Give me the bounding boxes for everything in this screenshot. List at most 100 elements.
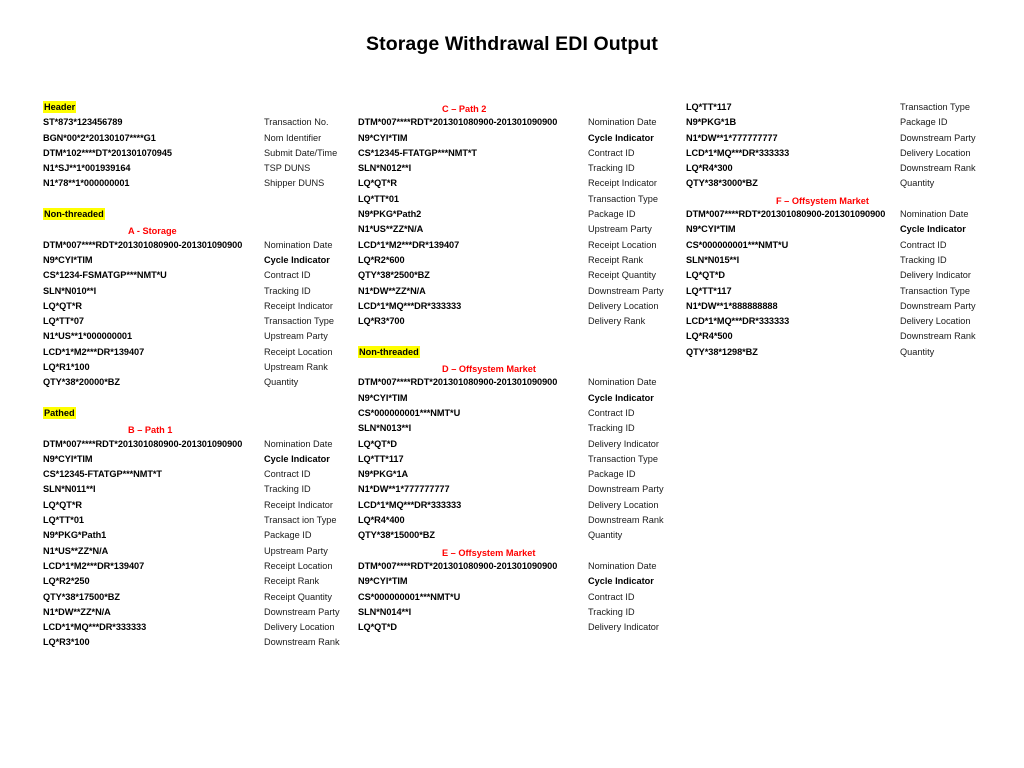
- edi-segment-text: N9*PKG*1A: [358, 469, 409, 480]
- edi-segment-text: LCD*1*MQ***DR*333333: [686, 316, 790, 327]
- edi-segment-text: LQ*TT*07: [43, 316, 84, 327]
- edi-segment-text: N1*DW**1*777777777: [686, 132, 778, 143]
- edi-segment-row: QTY*38*2500*BZ Receipt Quantity: [358, 268, 678, 283]
- edi-segment-row: QTY*38*3000*BZ Quantity: [686, 176, 1016, 191]
- edi-segment-text: QTY*38*2500*BZ: [358, 270, 430, 281]
- edi-segment-row: LQ*TT*01 Transact ion Type: [43, 513, 353, 528]
- edi-segment-label: Cycle Indicator: [588, 392, 654, 403]
- edi-segment-row: LQ*QT*R Receipt Indicator: [43, 299, 353, 314]
- edi-segment-label: Nomination Date: [588, 560, 657, 571]
- edi-segment-text: SLN*N012**I: [358, 163, 412, 174]
- edi-segment-label: Shipper DUNS: [264, 178, 325, 189]
- edi-segment-row: LQ*QT*D Delivery Indicator: [358, 437, 678, 452]
- edi-segment-text: LQ*R4*400: [358, 515, 405, 526]
- edi-segment-label: Upstream Party: [588, 224, 652, 235]
- edi-segment-label: Transaction Type: [900, 285, 970, 296]
- edi-segment-row: LCD*1*M2***DR*139407 Receipt Location: [43, 345, 353, 360]
- edi-segment-label: Cycle Indicator: [588, 576, 654, 587]
- edi-segment-label: Receipt Indicator: [588, 178, 657, 189]
- edi-segment-row: LCD*1*MQ***DR*333333 Delivery Location: [43, 620, 353, 635]
- edi-segment-row: QTY*38*17500*BZ Receipt Quantity: [43, 590, 353, 605]
- edi-segment-row: CS*000000001***NMT*U Contract ID: [358, 590, 678, 605]
- subsection-heading-row: E – Offsystem Market: [358, 544, 678, 559]
- subsection-heading-row: D – Offsystem Market: [358, 360, 678, 375]
- edi-segment-row: SLN*N010**I Tracking ID: [43, 284, 353, 299]
- edi-segment-row: LCD*1*MQ***DR*333333 Delivery Location: [686, 146, 1016, 161]
- edi-segment-text: N1*DW**1*888888888: [686, 300, 778, 311]
- subsection-heading-row: C – Path 2: [358, 100, 678, 115]
- edi-segment-text: LQ*TT*01: [358, 193, 399, 204]
- edi-segment-label: Package ID: [588, 209, 636, 220]
- edi-segment-text: LCD*1*MQ***DR*333333: [358, 300, 462, 311]
- edi-segment-row: N1*DW**1*777777777 Downstream Party: [358, 482, 678, 497]
- edi-segment-label: Downstream Rank: [588, 515, 664, 526]
- edi-column-1: Header ST*873*123456789 Transaction No. BGN…: [43, 100, 353, 651]
- edi-segment-row: DTM*102****DT*201301070945 Submit Date/Ti…: [43, 146, 353, 161]
- edi-segment-row: LQ*TT*07 Transaction Type: [43, 314, 353, 329]
- edi-column-2: C – Path 2 DTM*007****RDT*201301080900-20…: [358, 100, 678, 635]
- edi-segment-label: Upstream Rank: [264, 362, 328, 373]
- edi-segment-text: LCD*1*MQ***DR*333333: [358, 499, 462, 510]
- edi-segment-label: Cycle Indicator: [900, 224, 966, 235]
- edi-segment-row: SLN*N014**I Tracking ID: [358, 605, 678, 620]
- edi-segment-text: N9*CYI*TIM: [686, 224, 736, 235]
- edi-segment-row: LQ*R4*400 Downstream Rank: [358, 513, 678, 528]
- edi-segment-row: BGN*00*2*20130107****G1 Nom Identifier: [43, 131, 353, 146]
- edi-segment-text: N1*DW**ZZ*N/A: [43, 606, 111, 617]
- edi-segment-row: N1*DW**ZZ*N/A Downstream Party: [358, 284, 678, 299]
- edi-segment-text: N1*US**ZZ*N/A: [358, 224, 424, 235]
- edi-segment-text: LQ*QT*D: [686, 270, 725, 281]
- edi-segment-text: LQ*TT*01: [43, 515, 84, 526]
- edi-segment-row: N1*US**ZZ*N/A Upstream Party: [43, 544, 353, 559]
- edi-segment-row: LCD*1*MQ***DR*333333 Delivery Location: [358, 498, 678, 513]
- edi-segment-row: LCD*1*MQ***DR*333333 Delivery Location: [358, 299, 678, 314]
- edi-segment-text: LQ*R2*250: [43, 576, 90, 587]
- edi-segment-text: N1*DW**ZZ*N/A: [358, 285, 426, 296]
- edi-segment-text: CS*1234-FSMATGP***NMT*U: [43, 270, 167, 281]
- edi-segment-text: QTY*38*3000*BZ: [686, 178, 758, 189]
- edi-segment-row: N1*US**1*000000001 Upstream Party: [43, 329, 353, 344]
- edi-segment-row: LQ*TT*01 Transaction Type: [358, 192, 678, 207]
- group-heading-label: Non-threaded: [43, 208, 105, 221]
- edi-segment-text: N9*PKG*Path1: [43, 530, 107, 541]
- edi-segment-row: N9*PKG*1A Package ID: [358, 467, 678, 482]
- edi-segment-label: Downstream Party: [588, 484, 664, 495]
- edi-segment-row: LQ*R1*100 Upstream Rank: [43, 360, 353, 375]
- edi-segment-text: SLN*N014**I: [358, 606, 412, 617]
- page-title: Storage Withdrawal EDI Output: [366, 33, 658, 55]
- edi-segment-row: SLN*N013**I Tracking ID: [358, 421, 678, 436]
- subsection-heading-row: B – Path 1: [43, 421, 353, 436]
- edi-segment-label: Tracking ID: [588, 606, 635, 617]
- edi-segment-label: Downstream Rank: [900, 331, 976, 342]
- edi-segment-text: N1*US**1*000000001: [43, 331, 133, 342]
- edi-segment-label: Transact ion Type: [264, 515, 337, 526]
- edi-segment-row: CS*12345-FTATGP***NMT*T Contract ID: [358, 146, 678, 161]
- edi-segment-row: LQ*R3*700 Delivery Rank: [358, 314, 678, 329]
- edi-segment-row: LCD*1*M2***DR*139407 Receipt Location: [358, 238, 678, 253]
- subsection-heading-row: F – Offsystem Market: [686, 192, 1016, 207]
- edi-segment-label: Nomination Date: [900, 209, 969, 220]
- edi-segment-text: LQ*QT*R: [358, 178, 397, 189]
- row-spacer: [358, 329, 678, 344]
- edi-segment-text: DTM*007****RDT*201301080900-201301090900: [358, 560, 558, 571]
- edi-segment-row: N1*DW**ZZ*N/A Downstream Party: [43, 605, 353, 620]
- edi-segment-row: SLN*N015**I Tracking ID: [686, 253, 1016, 268]
- edi-segment-text: SLN*N015**I: [686, 254, 740, 265]
- edi-segment-text: DTM*007****RDT*201301080900-201301090900: [686, 209, 886, 220]
- edi-segment-text: DTM*007****RDT*201301080900-201301090900: [358, 117, 558, 128]
- edi-segment-label: Contract ID: [588, 147, 635, 158]
- edi-segment-label: Receipt Quantity: [588, 270, 656, 281]
- group-heading-label: Non-threaded: [358, 345, 420, 358]
- edi-segment-label: Receipt Indicator: [264, 300, 333, 311]
- edi-segment-row: N9*CYI*TIM Cycle Indicator: [358, 131, 678, 146]
- edi-segment-row: N9*PKG*Path1 Package ID: [43, 528, 353, 543]
- edi-segment-text: LCD*1*M2***DR*139407: [358, 239, 460, 250]
- edi-segment-label: Tracking ID: [900, 254, 947, 265]
- edi-segment-row: DTM*007****RDT*201301080900-201301090900…: [358, 115, 678, 130]
- edi-segment-text: LQ*QT*D: [358, 438, 397, 449]
- edi-segment-row: LQ*R4*500 Downstream Rank: [686, 329, 1016, 344]
- group-heading-row: Header: [43, 100, 353, 115]
- edi-segment-row: N1*US**ZZ*N/A Upstream Party: [358, 222, 678, 237]
- edi-segment-label: Contract ID: [900, 239, 947, 250]
- edi-segment-label: Quantity: [588, 530, 623, 541]
